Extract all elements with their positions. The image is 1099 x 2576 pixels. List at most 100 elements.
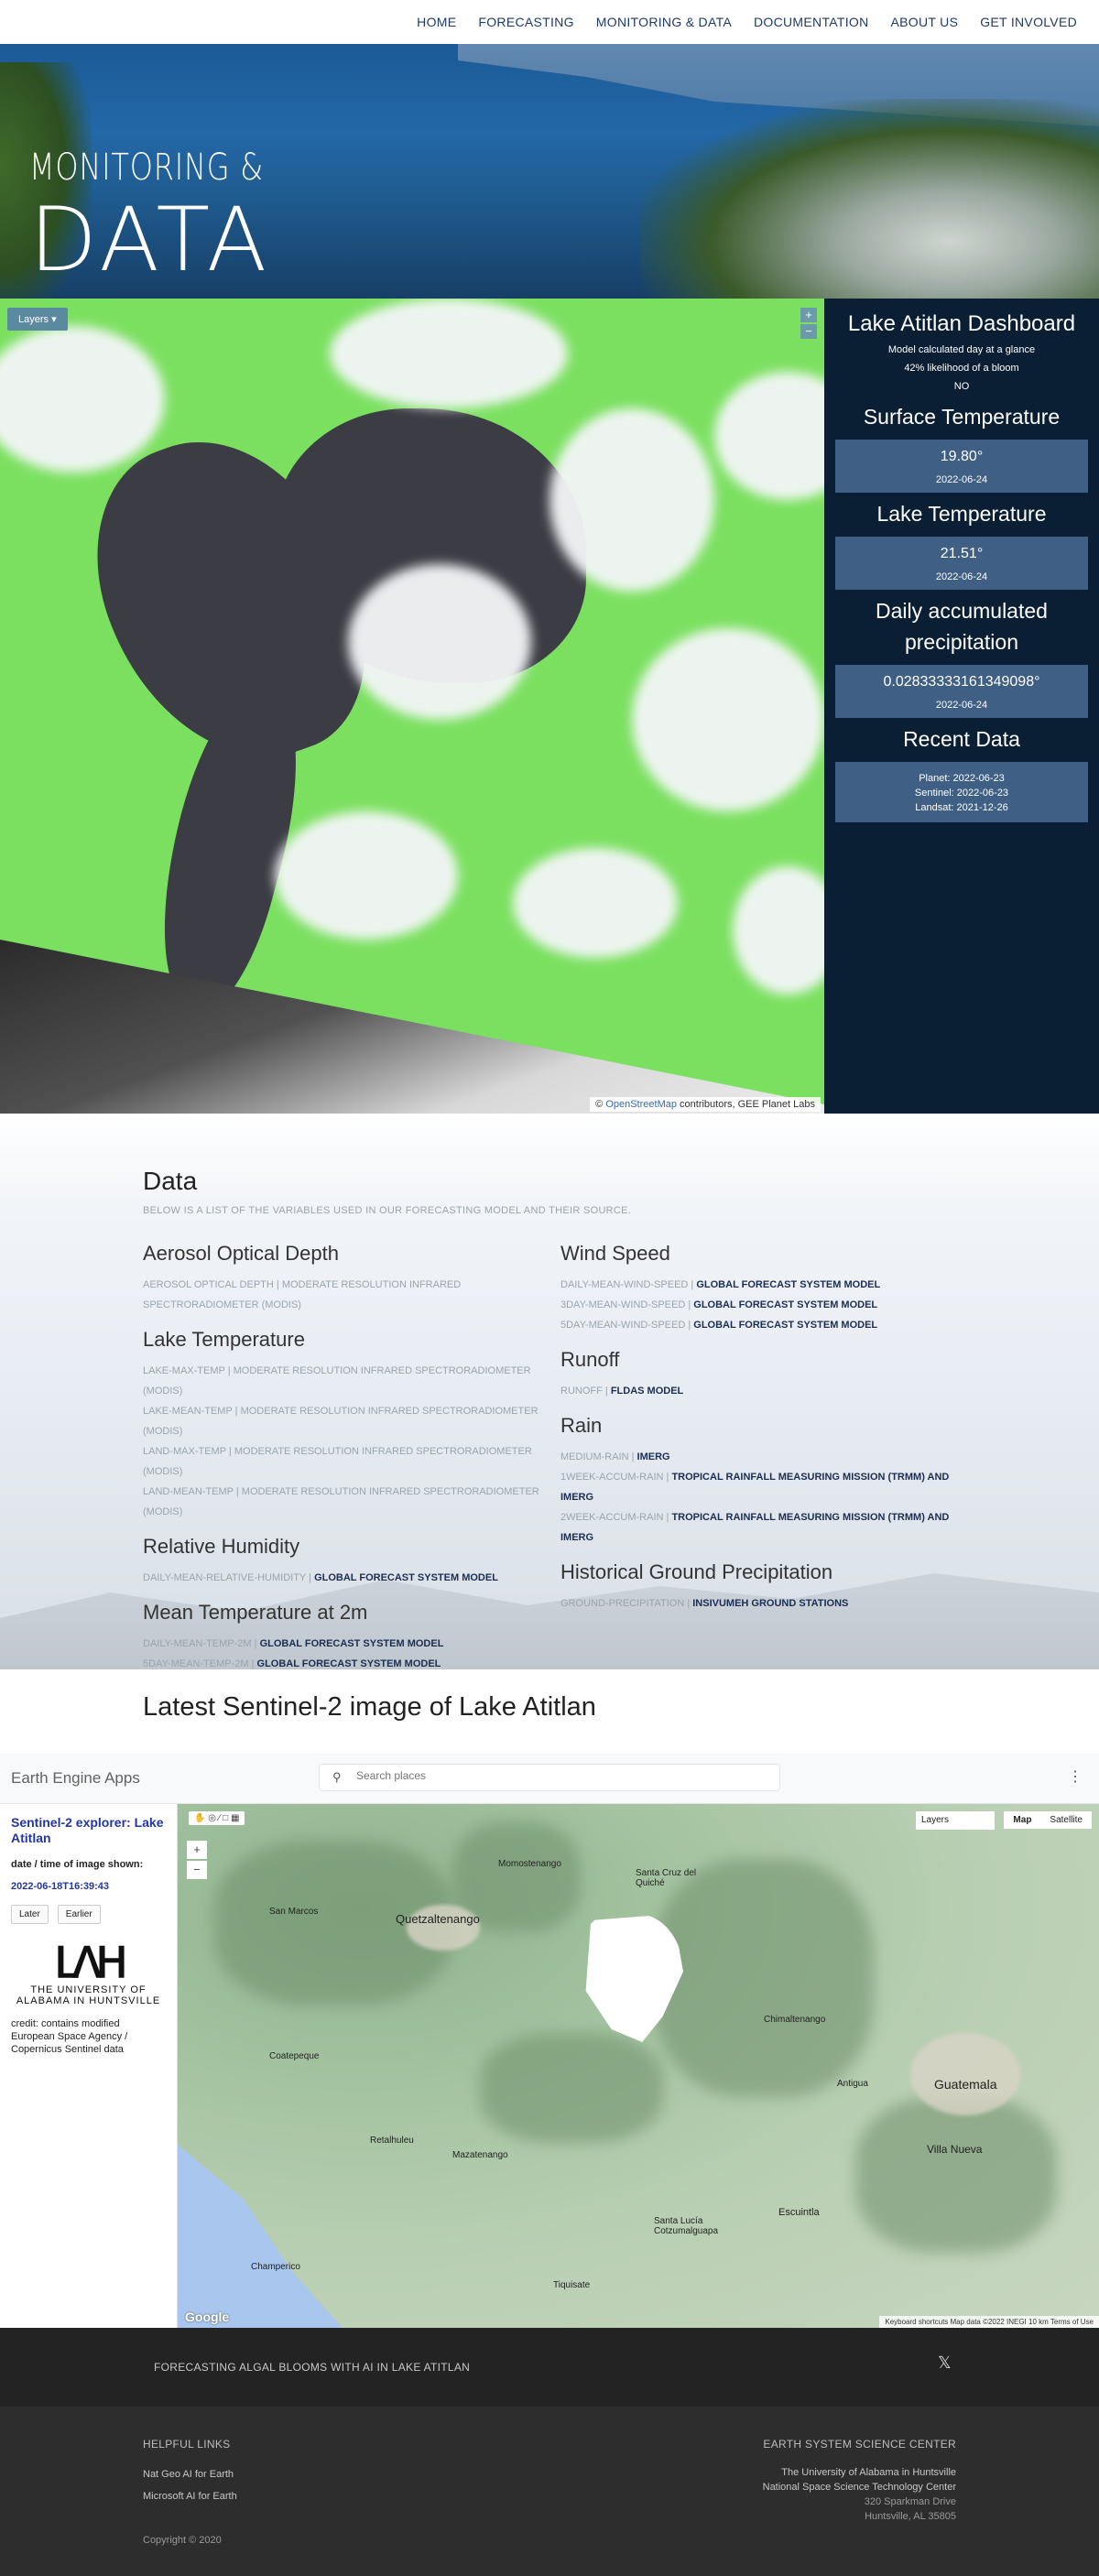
recent-data-heading: Recent Data: [903, 727, 1020, 751]
lake-temp-card: 21.51° 2022-06-24: [835, 537, 1088, 590]
variable-name: GROUND-PRECIPITATION: [560, 1598, 685, 1609]
surface-temp-heading: Surface Temperature: [863, 405, 1061, 429]
bloom-status: NO: [953, 381, 970, 392]
helpful-links-heading: HELPFUL LINKS: [143, 2438, 231, 2451]
surface-temp-date: 2022-06-24: [935, 474, 988, 485]
data-subtitle: BELOW IS A LIST OF THE VARIABLES USED IN…: [143, 1205, 632, 1216]
address-line-1: The University of Alabama in Huntsville: [781, 2467, 956, 2478]
link-microsoft[interactable]: Microsoft AI for Earth: [143, 2491, 237, 2502]
variable-source: GLOBAL FORECAST SYSTEM MODEL: [259, 1638, 444, 1649]
ee-brand[interactable]: Earth Engine Apps: [11, 1769, 140, 1788]
precip-date: 2022-06-24: [935, 700, 988, 711]
cloud: [550, 408, 714, 592]
data-section: Data BELOW IS A LIST OF THE VARIABLES US…: [0, 1114, 1099, 1669]
variable-name: DAILY-MEAN-RELATIVE-HUMIDITY: [143, 1572, 307, 1583]
place-santa-cruz: Santa Cruz del Quiché: [636, 1868, 697, 1888]
cloud: [330, 299, 568, 408]
terrain-ridge: [480, 2033, 663, 2143]
map-drawing-tools[interactable]: ✋ ◎ ∕ □ ▦: [189, 1811, 245, 1825]
variable-name: 5DAY-MEAN-WIND-SPEED: [560, 1320, 686, 1331]
variable-group-title: Rain: [560, 1414, 603, 1437]
satellite-map[interactable]: Layers ▾ + − © OpenStreetMap contributor…: [0, 299, 824, 1114]
variable-row: LAND-MEAN-TEMP | MODERATE RESOLUTION INF…: [143, 1482, 546, 1522]
zoom-in-button[interactable]: +: [800, 308, 817, 322]
place-san-marcos: San Marcos: [269, 1907, 319, 1917]
data-column-right: Wind Speed DAILY-MEAN-WIND-SPEED | GLOBAL…: [560, 1242, 982, 1626]
more-menu-icon[interactable]: ⋮: [1068, 1767, 1083, 1786]
earlier-button[interactable]: Earlier: [57, 1905, 101, 1924]
separator: |: [685, 1320, 694, 1331]
search-input[interactable]: [356, 1769, 741, 1782]
place-chimaltenango: Chimaltenango: [764, 2015, 826, 2025]
twitter-icon[interactable]: 𝕏: [938, 2353, 952, 2373]
map-tab[interactable]: Map: [1004, 1811, 1041, 1829]
map-layers-select[interactable]: Layers: [916, 1811, 995, 1830]
variable-name: 3DAY-MEAN-WIND-SPEED: [560, 1299, 686, 1310]
variable-group: Wind Speed DAILY-MEAN-WIND-SPEED | GLOBAL…: [560, 1242, 982, 1335]
ee-search[interactable]: ⚲: [319, 1764, 780, 1791]
zoom-controls: + −: [800, 308, 817, 341]
variable-source: GLOBAL FORECAST SYSTEM MODEL: [256, 1658, 441, 1669]
variable-source: GLOBAL FORECAST SYSTEM MODEL: [693, 1299, 878, 1310]
nav-get-involved[interactable]: GET INVOLVED: [980, 15, 1077, 29]
nav-home[interactable]: HOME: [417, 15, 456, 29]
imagery-swath-edge: [0, 940, 824, 1114]
later-button[interactable]: Later: [11, 1905, 49, 1924]
variable-group-title: Relative Humidity: [143, 1535, 300, 1558]
variable-name: DAILY-MEAN-TEMP-2M: [143, 1638, 252, 1649]
separator: |: [248, 1658, 257, 1669]
uah-logo: ᒪᐱᕼ THE UNIVERSITY OF ALABAMA IN HUNTSVI…: [11, 1940, 166, 2006]
cloud: [632, 628, 824, 811]
google-map[interactable]: Quetzaltenango Guatemala Villa Nueva Maz…: [178, 1804, 1099, 2328]
nav-documentation[interactable]: DOCUMENTATION: [754, 15, 868, 29]
copyright: Copyright © 2020: [143, 2535, 222, 2546]
variable-source: GLOBAL FORECAST SYSTEM MODEL: [696, 1279, 881, 1290]
precip-heading: Daily accumulated precipitation: [876, 599, 1048, 654]
separator: |: [306, 1572, 315, 1583]
ee-side-panel: Sentinel-2 explorer: Lake Atitlan date /…: [0, 1804, 178, 2328]
variable-name: 1WEEK-ACCUM-RAIN: [560, 1472, 664, 1483]
recent-sentinel: Sentinel: 2022-06-23: [914, 788, 1009, 799]
variable-name: LAKE-MEAN-TEMP: [143, 1406, 233, 1417]
nav-monitoring-data[interactable]: MONITORING & DATA: [596, 15, 732, 29]
cloud: [733, 866, 824, 995]
data-inner: Data BELOW IS A LIST OF THE VARIABLES US…: [143, 1167, 967, 1216]
cloud: [513, 848, 678, 958]
variable-group: Relative Humidity DAILY-MEAN-RELATIVE-HUM…: [143, 1535, 546, 1588]
surface-temp-card: 19.80° 2022-06-24: [835, 440, 1088, 493]
variable-group-title: Runoff: [560, 1348, 620, 1371]
surface-temp-value: 19.80°: [940, 449, 984, 464]
variable-row: DAILY-MEAN-RELATIVE-HUMIDITY | GLOBAL FO…: [143, 1568, 546, 1588]
separator: |: [273, 1279, 282, 1290]
link-nat-geo[interactable]: Nat Geo AI for Earth: [143, 2469, 234, 2480]
variable-name: LAKE-MAX-TEMP: [143, 1365, 225, 1376]
nav-forecasting[interactable]: FORECASTING: [478, 15, 573, 29]
variable-name: LAND-MEAN-TEMP: [143, 1486, 234, 1497]
dashboard-title: Lake Atitlan Dashboard: [847, 311, 1076, 336]
place-mazatenango: Mazatenango: [452, 2150, 508, 2160]
nav-about-us[interactable]: ABOUT US: [891, 15, 959, 29]
variable-group: Mean Temperature at 2m DAILY-MEAN-TEMP-2M…: [143, 1601, 546, 1669]
map-zoom-in[interactable]: +: [187, 1841, 207, 1859]
search-icon: ⚲: [332, 1770, 342, 1784]
map-zoom-out[interactable]: −: [187, 1861, 207, 1879]
variable-source: FLDAS MODEL: [610, 1386, 684, 1397]
variable-group: Lake Temperature LAKE-MAX-TEMP | MODERATE…: [143, 1328, 546, 1522]
zoom-out-button[interactable]: −: [800, 324, 817, 339]
variable-row: LAKE-MAX-TEMP | MODERATE RESOLUTION INFR…: [143, 1361, 546, 1401]
earth-engine-app: Earth Engine Apps ⚲ ⋮ Sentinel-2 explore…: [0, 1753, 1099, 2328]
variable-group: Aerosol Optical Depth AEROSOL OPTICAL DEP…: [143, 1242, 546, 1315]
recent-landsat: Landsat: 2021-12-26: [915, 802, 1008, 813]
osm-link[interactable]: OpenStreetMap: [605, 1099, 677, 1110]
variable-row: LAKE-MEAN-TEMP | MODERATE RESOLUTION INF…: [143, 1401, 546, 1441]
footer-banner: FORECASTING ALGAL BLOOMS WITH AI IN LAKE…: [0, 2328, 1099, 2407]
terrain-ridge: [654, 1859, 874, 2097]
city-area: [910, 2033, 1020, 2115]
sentinel-title: Latest Sentinel-2 image of Lake Atitlan: [143, 1692, 596, 1722]
layers-button[interactable]: Layers ▾: [7, 308, 68, 331]
place-santa-lucia: Santa Lucía Cotzumalguapa: [654, 2216, 719, 2236]
data-column-left: Aerosol Optical Depth AEROSOL OPTICAL DEP…: [143, 1242, 546, 1669]
variable-row: 5DAY-MEAN-TEMP-2M | GLOBAL FORECAST SYST…: [143, 1654, 546, 1669]
separator: |: [685, 1299, 694, 1310]
satellite-tab[interactable]: Satellite: [1040, 1811, 1092, 1829]
